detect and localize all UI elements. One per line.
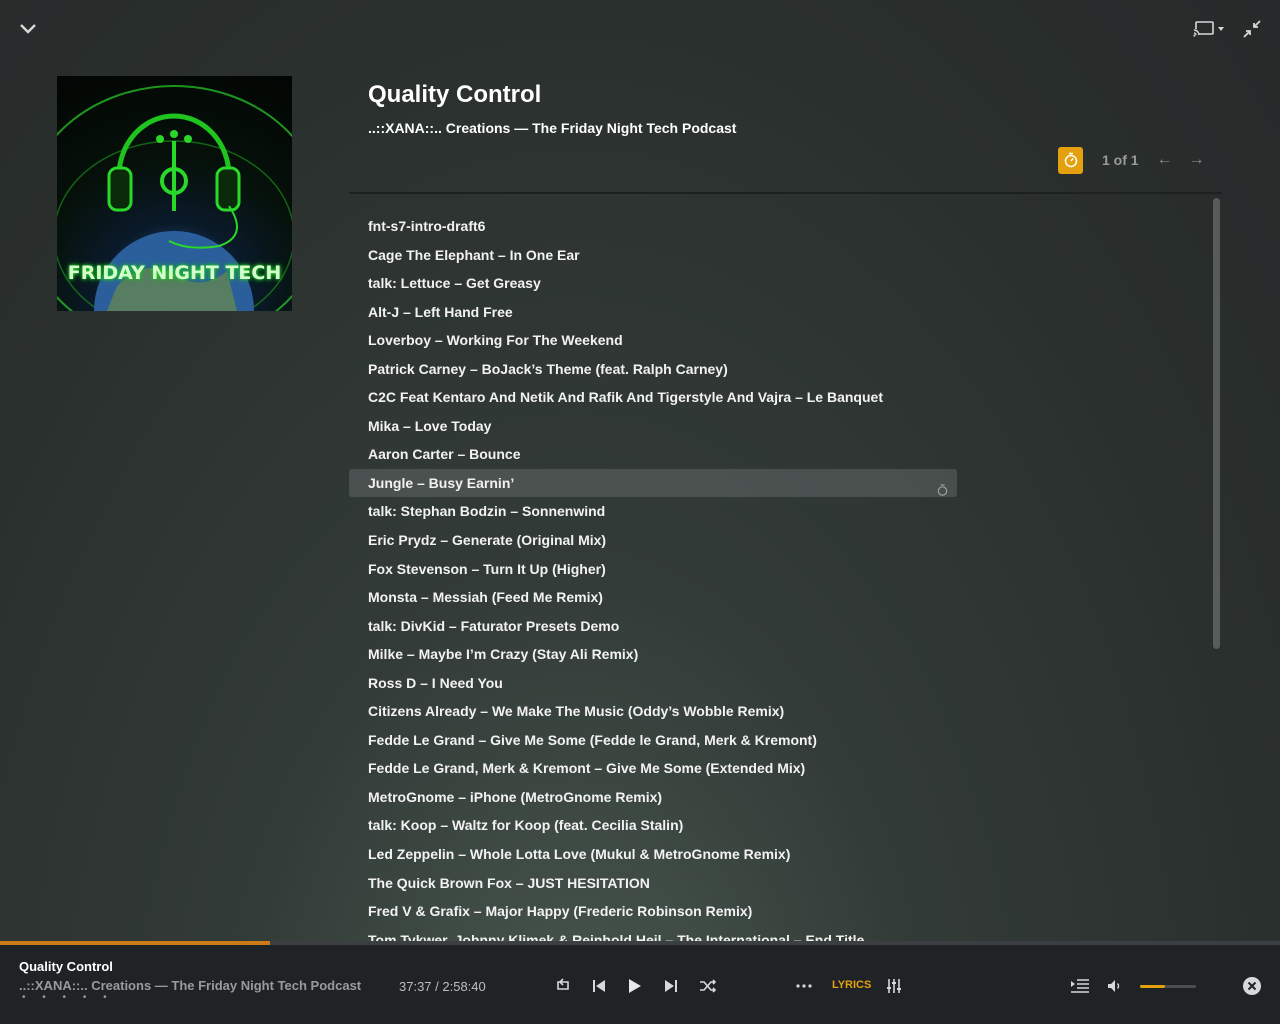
track-title: Loverboy – Working For The Weekend (368, 332, 623, 349)
track-row[interactable]: Jungle – Busy Earnin’ (349, 468, 957, 498)
compress-icon[interactable] (1241, 18, 1263, 40)
lyrics-button[interactable]: LYRICS (832, 979, 871, 991)
track-title: Fred V & Grafix – Major Happy (Frederic … (368, 903, 753, 920)
page-subtitle[interactable]: ..::XANA::.. Creations — The Friday Nigh… (368, 120, 736, 136)
seek-bar[interactable] (0, 941, 1280, 945)
pager: 1 of 1 ← → (1058, 146, 1205, 174)
track-row[interactable]: Fedde Le Grand – Give Me Some (Fedde le … (349, 726, 957, 755)
track-row[interactable]: MetroGnome – iPhone (MetroGnome Remix) (349, 783, 957, 812)
track-title: talk: Koop – Waltz for Koop (feat. Cecil… (368, 817, 684, 834)
track-title: Fox Stevenson – Turn It Up (Higher) (368, 560, 606, 577)
album-cover: FRIDAY NIGHT TECH (57, 76, 292, 311)
track-row[interactable]: Monsta – Messiah (Feed Me Remix) (349, 583, 957, 612)
track-title: The Quick Brown Fox – JUST HESITATION (368, 874, 650, 891)
equalizer-icon[interactable] (884, 974, 904, 998)
track-row[interactable]: Patrick Carney – BoJack’s Theme (feat. R… (349, 355, 957, 384)
track-row[interactable]: Loverboy – Working For The Weekend (349, 326, 957, 355)
track-title: Aaron Carter – Bounce (368, 446, 521, 463)
track-title: Alt-J – Left Hand Free (368, 303, 513, 320)
track-title: Fedde Le Grand, Merk & Kremont – Give Me… (368, 760, 806, 777)
volume-icon[interactable] (1105, 974, 1125, 998)
track-title: Cage The Elephant – In One Ear (368, 246, 580, 263)
track-row[interactable]: C2C Feat Kentaro And Netik And Rafik And… (349, 383, 957, 412)
track-row[interactable]: Milke – Maybe I’m Crazy (Stay Ali Remix) (349, 640, 957, 669)
track-row[interactable]: Citizens Already – We Make The Music (Od… (349, 697, 957, 726)
track-title: Ross D – I Need You (368, 674, 503, 691)
track-title: Fedde Le Grand – Give Me Some (Fedde le … (368, 731, 817, 748)
now-playing-dots: • • • • • (22, 992, 114, 1003)
track-row[interactable]: Fred V & Grafix – Major Happy (Frederic … (349, 897, 957, 926)
track-title: Tom Tykwer, Johnny Klimek & Reinhold Hei… (368, 931, 865, 941)
track-row[interactable]: Tom Tykwer, Johnny Klimek & Reinhold Hei… (349, 926, 957, 941)
track-row[interactable]: Alt-J – Left Hand Free (349, 298, 957, 327)
track-row[interactable]: Cage The Elephant – In One Ear (349, 241, 957, 270)
playback-time: 37:37 / 2:58:40 (399, 979, 486, 994)
track-row[interactable]: Aaron Carter – Bounce (349, 440, 957, 469)
seek-bar-fill (0, 941, 270, 945)
track-row[interactable]: Fox Stevenson – Turn It Up (Higher) (349, 555, 957, 584)
track-title: Eric Prydz – Generate (Original Mix) (368, 532, 607, 549)
queue-icon[interactable] (1069, 974, 1091, 998)
track-row[interactable]: The Quick Brown Fox – JUST HESITATION (349, 869, 957, 898)
track-row[interactable]: Fedde Le Grand, Merk & Kremont – Give Me… (349, 754, 957, 783)
top-bar (0, 0, 1280, 60)
track-title: Mika – Love Today (368, 417, 492, 434)
track-row[interactable]: fnt-s7-intro-draft6 (349, 212, 957, 241)
player-bar: Quality Control ..::XANA::.. Creations —… (0, 941, 1280, 1024)
arrow-right-icon[interactable]: → (1189, 151, 1205, 169)
track-title: Jungle – Busy Earnin’ (368, 474, 515, 491)
track-row[interactable]: Ross D – I Need You (349, 669, 957, 698)
track-row[interactable]: Led Zeppelin – Whole Lotta Love (Mukul &… (349, 840, 957, 869)
track-title: talk: DivKid – Faturator Presets Demo (368, 617, 620, 634)
scrollbar[interactable] (1213, 198, 1220, 649)
track-list: fnt-s7-intro-draft6 Cage The Elephant – I… (349, 212, 1209, 941)
close-icon[interactable] (1241, 974, 1263, 998)
volume-slider[interactable] (1140, 985, 1196, 988)
track-row[interactable]: talk: Stephan Bodzin – Sonnenwind (349, 497, 957, 526)
track-title: Milke – Maybe I’m Crazy (Stay Ali Remix) (368, 646, 639, 663)
track-title: C2C Feat Kentaro And Netik And Rafik And… (368, 389, 883, 406)
repeat-icon[interactable] (552, 974, 574, 998)
page-title: Quality Control (368, 81, 542, 108)
track-title: talk: Stephan Bodzin – Sonnenwind (368, 503, 606, 520)
pager-count: 1 of 1 (1102, 152, 1139, 168)
track-title: Patrick Carney – BoJack’s Theme (feat. R… (368, 360, 728, 377)
shuffle-icon[interactable] (697, 974, 719, 998)
track-title: MetroGnome – iPhone (MetroGnome Remix) (368, 788, 663, 805)
track-row[interactable]: talk: Koop – Waltz for Koop (feat. Cecil… (349, 811, 957, 840)
more-icon[interactable] (794, 974, 814, 998)
volume-slider-fill (1140, 985, 1166, 988)
chevron-down-icon[interactable] (14, 16, 42, 42)
cover-title-text: FRIDAY NIGHT TECH (67, 262, 282, 284)
now-playing-subtitle[interactable]: ..::XANA::.. Creations — The Friday Nigh… (19, 978, 361, 993)
divider (349, 192, 1222, 194)
arrow-left-icon[interactable]: ← (1157, 151, 1173, 169)
previous-icon[interactable] (589, 974, 609, 998)
track-row[interactable]: talk: Lettuce – Get Greasy (349, 269, 957, 298)
track-title: talk: Lettuce – Get Greasy (368, 275, 541, 292)
track-row[interactable]: talk: DivKid – Faturator Presets Demo (349, 612, 957, 641)
stopwatch-icon[interactable] (1058, 146, 1083, 174)
track-title: fnt-s7-intro-draft6 (368, 218, 486, 234)
track-title: Monsta – Messiah (Feed Me Remix) (368, 589, 603, 606)
track-title: Led Zeppelin – Whole Lotta Love (Mukul &… (368, 846, 791, 863)
next-icon[interactable] (661, 974, 681, 998)
now-playing-title[interactable]: Quality Control (19, 959, 113, 974)
track-row[interactable]: Mika – Love Today (349, 412, 957, 441)
cast-icon[interactable] (1192, 18, 1228, 40)
play-icon[interactable] (624, 974, 646, 998)
track-title: Citizens Already – We Make The Music (Od… (368, 703, 785, 720)
track-row[interactable]: Eric Prydz – Generate (Original Mix) (349, 526, 957, 555)
